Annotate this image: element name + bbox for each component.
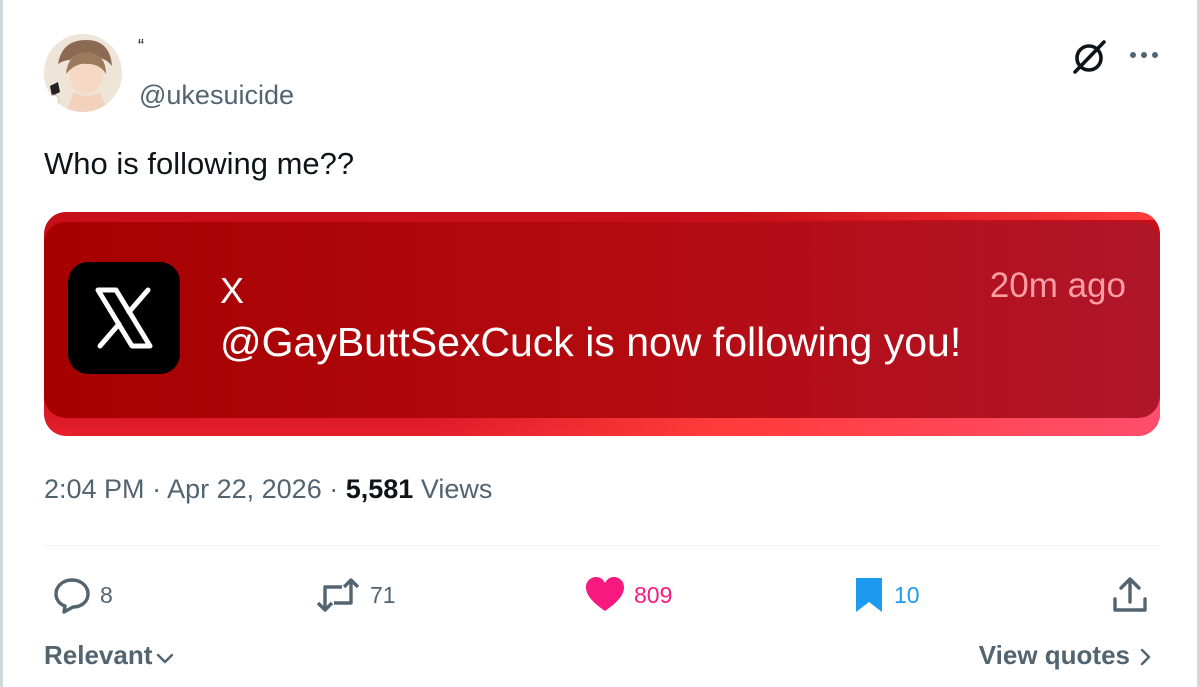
notification-time: 20m ago — [989, 266, 1126, 305]
user-handle[interactable]: @ukesuicide — [139, 80, 294, 111]
reply-icon — [54, 578, 90, 614]
share-icon — [1113, 577, 1147, 612]
views-label: Views — [420, 474, 493, 504]
heart-icon — [586, 577, 624, 611]
retweet-icon — [316, 578, 360, 612]
bookmark-button[interactable]: 10 — [852, 572, 920, 618]
bookmark-icon — [856, 578, 882, 612]
x-logo-icon — [68, 262, 180, 374]
meta-separator: · — [152, 474, 162, 504]
tweet-date[interactable]: Apr 22, 2026 — [167, 474, 322, 504]
avatar-illustration — [44, 34, 122, 112]
views-count: 5,581 — [345, 474, 414, 504]
sort-label: Relevant — [44, 640, 153, 670]
reply-count: 8 — [100, 581, 113, 608]
view-quotes-link[interactable]: View quotes — [979, 640, 1156, 671]
divider — [44, 545, 1160, 546]
tweet-text: Who is following me?? — [44, 146, 355, 181]
notification-screenshot-image[interactable]: X 20m ago @GayButtSexCuck is now followi… — [44, 212, 1160, 436]
more-options-icon[interactable] — [1124, 38, 1164, 72]
grok-icon[interactable] — [1068, 36, 1110, 78]
avatar[interactable] — [44, 34, 122, 112]
share-button[interactable] — [1110, 572, 1150, 618]
like-button[interactable]: 809 — [584, 572, 672, 618]
left-border — [0, 0, 3, 687]
sort-replies-dropdown[interactable]: Relevant — [44, 640, 176, 671]
bookmark-count: 10 — [894, 581, 920, 608]
retweet-count: 71 — [370, 581, 396, 608]
meta-separator: · — [329, 474, 339, 504]
tweet-meta: 2:04 PM · Apr 22, 2026 · 5,581 Views — [44, 474, 492, 505]
notification-message: @GayButtSexCuck is now following you! — [220, 319, 962, 365]
tweet-time[interactable]: 2:04 PM — [44, 474, 145, 504]
like-count: 809 — [634, 581, 673, 608]
chevron-right-icon — [1140, 648, 1151, 665]
card-glow — [744, 212, 1160, 220]
notification-banner: X 20m ago @GayButtSexCuck is now followi… — [44, 222, 1160, 418]
chevron-down-icon — [157, 653, 174, 663]
display-name[interactable]: “ — [138, 36, 145, 57]
reply-button[interactable]: 8 — [52, 572, 113, 618]
retweet-button[interactable]: 71 — [314, 572, 396, 618]
notification-app-name: X — [220, 270, 245, 311]
view-quotes-label: View quotes — [978, 640, 1130, 670]
